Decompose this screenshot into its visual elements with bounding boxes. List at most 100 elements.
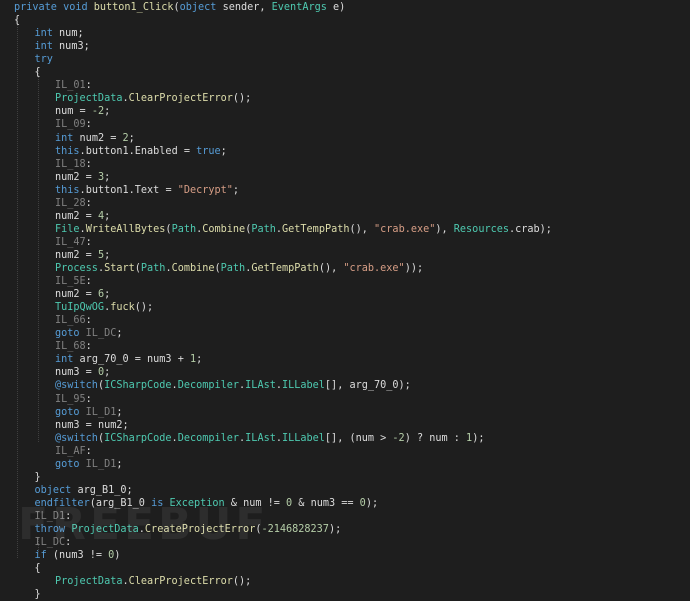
code-line[interactable]: IL_68: [55,340,92,353]
code-token-var: num3 [55,367,80,379]
code-line[interactable]: IL_5E: [55,275,92,288]
code-line[interactable]: IL_95: [55,393,92,406]
code-line[interactable]: File.WriteAllBytes(Path.Combine(Path.Get… [55,223,552,236]
code-token-var: num2 [55,249,80,261]
code-line[interactable]: int num3; [35,40,90,53]
code-line[interactable]: num2 = 3; [55,171,110,184]
code-token-type: ILLabel [281,380,325,392]
code-line[interactable]: IL_AF: [55,445,92,458]
code-token-member: Text [134,184,160,196]
code-token-plain: = [128,354,148,366]
code-token-label: IL_01 [55,80,86,92]
code-line[interactable]: num = -2; [55,105,110,118]
code-editor[interactable]: private void button1_Click(object sender… [0,0,690,600]
code-token-type: ILAst [245,380,276,392]
code-token-label: IL_DC [85,328,117,340]
code-line[interactable]: try [35,53,53,66]
code-line[interactable]: IL_47: [55,236,92,249]
code-line[interactable]: goto IL_DC; [55,327,122,340]
code-line[interactable]: goto IL_D1; [55,458,122,471]
code-line[interactable]: throw ProjectData.CreateProjectError(-21… [35,523,342,536]
code-token-method: CreateProjectError [144,524,256,535]
code-token-var: num3 [59,41,84,53]
code-line[interactable]: this.button1.Text = "Decrypt"; [55,184,239,197]
code-token-label: IL_5E [55,276,86,288]
code-token-kw: int [55,354,80,366]
code-line[interactable]: IL_01: [55,79,92,92]
code-token-type: Path [140,263,166,274]
code-token-label: IL_09 [55,119,86,131]
code-token-plain: ); [398,380,411,392]
code-line[interactable]: { [35,66,41,79]
code-line[interactable]: int arg_70_0 = num3 + 1; [55,353,202,366]
code-token-kw: object [179,2,223,13]
code-token-plain: : [85,236,92,248]
code-token-plain: : [447,432,467,444]
code-token-var: arg_70_0 [349,380,399,392]
code-line[interactable]: this.button1.Enabled = true; [55,145,227,158]
code-line[interactable]: private void button1_Click(object sender… [14,1,345,14]
code-token-plain: (); [232,576,252,588]
code-token-plain: & [224,497,244,509]
code-line[interactable]: if (num3 != 0) [35,549,121,562]
code-token-label: IL_47 [55,236,86,248]
code-line[interactable]: @switch(ICSharpCode.Decompiler.ILAst.ILL… [55,379,411,392]
code-line[interactable]: } [35,588,41,601]
code-line[interactable]: @switch(ICSharpCode.Decompiler.ILAst.ILL… [55,432,484,445]
code-token-kw: int [34,28,60,40]
code-line[interactable]: num2 = 4; [55,210,110,223]
code-token-plain: ; [220,145,227,157]
code-line[interactable]: int num2 = 2; [55,132,135,145]
code-token-kw: object [34,484,78,496]
code-token-plain: : [85,393,92,405]
code-line[interactable]: num2 = 5; [55,249,110,262]
code-line[interactable]: Process.Start(Path.Combine(Path.GetTempP… [55,262,423,275]
code-line[interactable]: IL_DC: [35,536,72,549]
code-token-plain: : [85,276,92,288]
code-token-plain: [], ( [324,432,356,444]
code-line[interactable]: IL_28: [55,197,92,210]
code-token-string: "crab.exe" [374,223,436,235]
code-token-method: Combine [171,263,215,274]
code-token-kw: endfilter [34,497,90,509]
indent-guide-method [17,18,18,558]
code-token-plain: = [104,132,123,144]
code-line[interactable]: { [35,562,41,575]
code-token-plain: = [79,210,98,222]
code-token-type: ProjectData [55,93,123,105]
code-token-plain: : [85,197,92,209]
code-token-type: ICSharpCode [104,380,172,392]
code-token-plain: } [34,589,41,601]
code-line[interactable]: ProjectData.ClearProjectError(); [55,92,251,105]
code-line[interactable]: endfilter(arg_B1_0 is Exception & num !=… [35,497,379,510]
code-token-plain: ; [126,484,133,496]
code-token-type: File [55,223,80,235]
code-line[interactable]: IL_18: [55,158,92,171]
code-line[interactable]: } [35,471,41,484]
code-token-var: num [55,106,74,118]
code-line[interactable]: { [14,14,20,27]
code-token-var: num [429,432,448,444]
code-line[interactable]: IL_D1: [35,510,72,523]
code-token-plain: ) ? [404,432,430,444]
code-line[interactable]: num2 = 6; [55,288,110,301]
code-token-kw: @switch [55,380,98,392]
code-token-kw: int [55,132,80,144]
code-line[interactable]: num3 = 0; [55,366,110,379]
code-line[interactable]: ProjectData.ClearProjectError(); [55,575,251,588]
code-token-plain: (), [349,223,375,235]
code-token-plain: ; [104,249,111,261]
code-token-var: num2 [97,419,123,431]
code-line[interactable]: goto IL_D1; [55,406,122,419]
code-line[interactable]: IL_66: [55,314,92,327]
code-token-plain: : [85,315,92,327]
code-line[interactable]: object arg_B1_0; [35,484,133,497]
code-token-plain: = [79,289,98,301]
code-token-var: num [355,432,374,444]
code-token-plain: != [261,497,287,509]
code-line[interactable]: int num; [35,27,84,40]
code-line[interactable]: TuIpQwOG.fuck(); [55,301,153,314]
code-line[interactable]: num3 = num2; [55,419,129,432]
code-line[interactable]: IL_09: [55,118,92,131]
code-token-plain: = [79,249,98,261]
